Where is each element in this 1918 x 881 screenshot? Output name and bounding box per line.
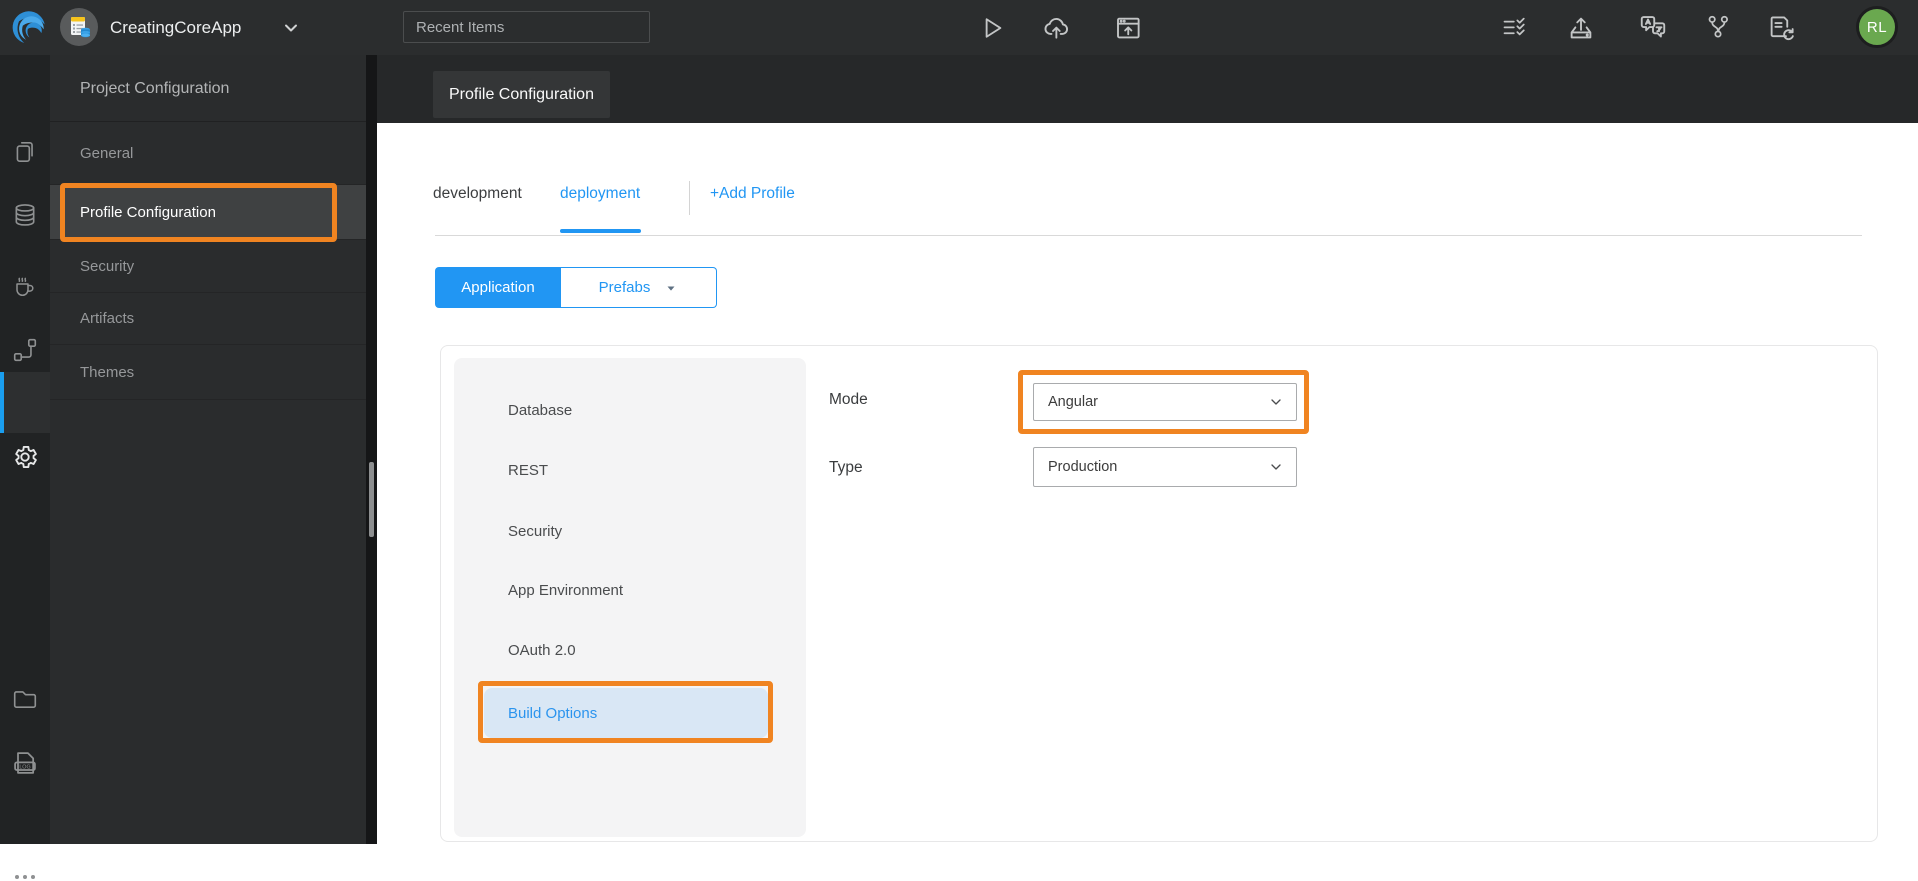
sidebar-item-artifacts[interactable]: Artifacts <box>50 293 366 345</box>
database-icon[interactable] <box>12 202 38 228</box>
caret-down-icon <box>667 286 675 291</box>
topbar: CreatingCoreApp Recent Items RL <box>0 0 1918 55</box>
config-nav-item-app-environment[interactable]: App Environment <box>508 582 623 600</box>
profile-tab-deployment[interactable]: deployment <box>560 185 640 203</box>
user-avatar[interactable]: RL <box>1856 6 1898 48</box>
svg-text:LOG: LOG <box>19 764 30 770</box>
rail-active-indicator <box>0 372 4 433</box>
sidebar-item-label: Profile Configuration <box>80 203 216 221</box>
more-options-icon[interactable] <box>13 873 37 881</box>
add-profile-button[interactable]: +Add Profile <box>710 185 795 203</box>
panel-scrollbar-track <box>366 55 377 844</box>
sidebar-item-general[interactable]: General <box>50 122 366 185</box>
version-control-icon[interactable] <box>1704 13 1732 41</box>
recent-items-input[interactable]: Recent Items <box>403 11 650 43</box>
build-options-card: Database REST Security App Environment O… <box>440 345 1878 842</box>
sidebar-item-label: General <box>80 144 134 162</box>
config-side-nav <box>454 358 806 837</box>
checklist-icon[interactable] <box>1501 14 1529 42</box>
logs-icon[interactable]: LOG <box>11 749 39 777</box>
pages-icon[interactable] <box>12 139 38 165</box>
project-configuration-panel: Project Configuration General Profile Co… <box>50 55 366 844</box>
main-area: Profile Configuration development deploy… <box>377 55 1918 844</box>
panel-scrollbar-thumb[interactable] <box>369 462 374 537</box>
application-segment[interactable]: Application <box>435 267 561 308</box>
profile-configuration-content: development deployment +Add Profile Appl… <box>377 123 1918 844</box>
type-label: Type <box>829 459 863 476</box>
type-value: Production <box>1048 459 1118 475</box>
folder-icon[interactable] <box>12 686 38 712</box>
sidebar-item-themes[interactable]: Themes <box>50 345 366 400</box>
config-nav-item-rest[interactable]: REST <box>508 462 548 480</box>
file-sync-icon[interactable] <box>1766 13 1796 43</box>
chevron-down-icon <box>1271 399 1281 405</box>
sidebar-item-label: Artifacts <box>80 310 135 327</box>
wavemaker-logo-icon[interactable] <box>10 8 48 46</box>
project-avatar-icon[interactable] <box>60 8 98 46</box>
config-nav-item-build-options[interactable]: Build Options <box>484 688 768 738</box>
chevron-down-icon <box>1271 464 1281 470</box>
prefabs-label: Prefabs <box>598 279 651 296</box>
apis-icon[interactable] <box>12 337 38 363</box>
rail-active-row <box>0 372 50 433</box>
tabs-rule <box>435 235 1862 236</box>
settings-gear-icon[interactable] <box>11 443 39 471</box>
sidebar-item-security[interactable]: Security <box>50 240 366 293</box>
mode-label: Mode <box>829 391 868 408</box>
chevron-down-icon[interactable] <box>281 18 301 38</box>
sidebar-item-profile-configuration[interactable]: Profile Configuration <box>50 185 366 240</box>
cloud-deploy-icon[interactable] <box>1042 12 1072 42</box>
tab-profile-configuration[interactable]: Profile Configuration <box>433 71 610 118</box>
sidebar-item-label: Security <box>80 257 135 275</box>
mode-select[interactable]: Angular <box>1033 383 1297 421</box>
preview-app-icon[interactable] <box>1113 13 1143 43</box>
mode-value: Angular <box>1048 394 1098 410</box>
sidebar-item-label: Themes <box>80 363 135 381</box>
java-services-icon[interactable] <box>11 271 39 299</box>
export-icon[interactable] <box>1566 13 1596 43</box>
active-tab-underline <box>560 229 641 233</box>
prefabs-segment[interactable]: Prefabs <box>561 267 717 308</box>
translate-icon[interactable] <box>1638 12 1668 42</box>
project-name[interactable]: CreatingCoreApp <box>110 0 241 55</box>
config-nav-item-database[interactable]: Database <box>508 402 572 420</box>
config-nav-item-oauth[interactable]: OAuth 2.0 <box>508 642 576 660</box>
build-options-label: Build Options <box>508 704 598 722</box>
app-prefabs-toggle: Application Prefabs <box>435 267 717 308</box>
type-select[interactable]: Production <box>1033 447 1297 487</box>
editor-tab-bar: Profile Configuration <box>377 55 1918 123</box>
config-nav-item-security[interactable]: Security <box>508 523 562 541</box>
left-icon-rail: LOG <box>0 55 50 879</box>
run-icon[interactable] <box>976 13 1006 43</box>
panel-title: Project Configuration <box>50 55 366 122</box>
profile-tab-development[interactable]: development <box>433 185 522 203</box>
tab-divider <box>689 181 690 215</box>
